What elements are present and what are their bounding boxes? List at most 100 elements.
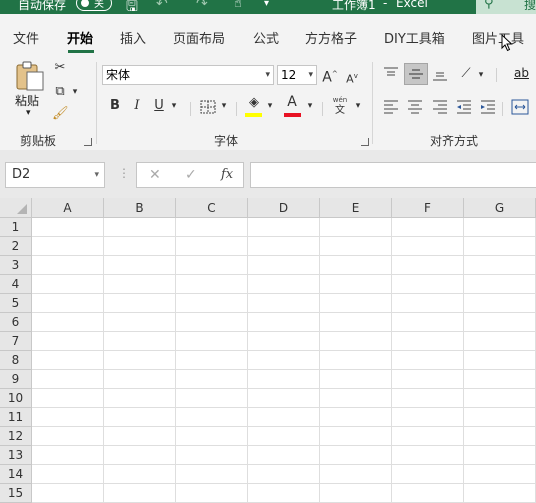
cell[interactable] <box>248 427 320 446</box>
cell[interactable] <box>320 408 392 427</box>
cell[interactable] <box>392 275 464 294</box>
copy-icon[interactable]: ⧉ <box>52 84 68 100</box>
cell[interactable] <box>248 313 320 332</box>
tab-fangfang-gezi[interactable]: 方方格子 <box>305 28 357 47</box>
align-middle-button[interactable] <box>404 63 428 85</box>
cell[interactable] <box>32 446 104 465</box>
cell[interactable] <box>104 484 176 503</box>
cell[interactable] <box>104 256 176 275</box>
align-center-icon[interactable] <box>407 100 423 114</box>
column-header[interactable]: C <box>176 198 248 218</box>
row-header[interactable]: 1 <box>0 218 32 237</box>
search-box[interactable]: ⚲ 搜 <box>476 0 536 14</box>
column-header[interactable]: E <box>320 198 392 218</box>
cell[interactable] <box>32 465 104 484</box>
column-header[interactable]: A <box>32 198 104 218</box>
cell[interactable] <box>176 237 248 256</box>
orientation-dropdown-icon[interactable]: ▾ <box>476 67 486 83</box>
enter-button[interactable]: ✓ <box>185 167 197 183</box>
cell[interactable] <box>320 370 392 389</box>
cell[interactable] <box>464 465 536 484</box>
cell[interactable] <box>176 465 248 484</box>
column-header[interactable]: B <box>104 198 176 218</box>
cell[interactable] <box>392 446 464 465</box>
cell[interactable] <box>104 294 176 313</box>
row-header[interactable]: 4 <box>0 275 32 294</box>
cell[interactable] <box>248 408 320 427</box>
cell[interactable] <box>104 465 176 484</box>
cell[interactable] <box>176 275 248 294</box>
cell[interactable] <box>248 256 320 275</box>
column-header[interactable]: G <box>464 198 536 218</box>
orientation-icon[interactable]: ⟋ <box>458 66 474 82</box>
cell[interactable] <box>32 427 104 446</box>
wrap-text-label[interactable]: ab <box>514 66 529 80</box>
cell[interactable] <box>248 218 320 237</box>
cell[interactable] <box>464 332 536 351</box>
row-header[interactable]: 6 <box>0 313 32 332</box>
redo-icon[interactable]: ↷ <box>196 0 208 12</box>
cell[interactable] <box>320 237 392 256</box>
bold-button[interactable]: B <box>108 98 122 114</box>
underline-button[interactable]: U <box>152 98 166 114</box>
cell[interactable] <box>464 446 536 465</box>
cell[interactable] <box>320 332 392 351</box>
cell[interactable] <box>176 313 248 332</box>
increase-indent-icon[interactable] <box>480 100 496 114</box>
decrease-indent-icon[interactable] <box>456 100 472 114</box>
undo-icon[interactable]: ↶ <box>156 0 168 12</box>
cell[interactable] <box>104 389 176 408</box>
row-header[interactable]: 11 <box>0 408 32 427</box>
cell[interactable] <box>392 427 464 446</box>
insert-function-button[interactable]: fx <box>221 167 233 182</box>
merge-center-icon[interactable] <box>511 99 529 115</box>
cut-icon[interactable]: ✂ <box>52 60 68 76</box>
paste-dropdown-icon[interactable]: ▾ <box>26 108 31 118</box>
autosave-toggle[interactable]: 关 <box>76 0 112 11</box>
tab-insert[interactable]: 插入 <box>120 28 146 47</box>
align-right-icon[interactable] <box>432 100 448 114</box>
column-header[interactable]: D <box>248 198 320 218</box>
cell[interactable] <box>32 218 104 237</box>
cell[interactable] <box>464 294 536 313</box>
cell[interactable] <box>104 370 176 389</box>
tab-file[interactable]: 文件 <box>13 28 39 47</box>
font-color-button[interactable]: A <box>284 94 300 110</box>
save-icon[interactable]: 🖫 <box>126 0 138 14</box>
cell[interactable] <box>464 427 536 446</box>
row-header[interactable]: 9 <box>0 370 32 389</box>
format-painter-icon[interactable]: 🖌 <box>52 106 69 122</box>
cell[interactable] <box>320 275 392 294</box>
row-header[interactable]: 2 <box>0 237 32 256</box>
copy-dropdown-icon[interactable]: ▾ <box>70 84 80 100</box>
cell[interactable] <box>104 218 176 237</box>
tab-home[interactable]: 开始 <box>67 28 93 47</box>
cell[interactable] <box>176 256 248 275</box>
row-header[interactable]: 15 <box>0 484 32 503</box>
cell[interactable] <box>464 275 536 294</box>
cell[interactable] <box>464 351 536 370</box>
cell[interactable] <box>176 218 248 237</box>
cell[interactable] <box>248 484 320 503</box>
cell[interactable] <box>248 351 320 370</box>
cell[interactable] <box>392 313 464 332</box>
italic-button[interactable]: I <box>130 98 144 114</box>
cell[interactable] <box>32 294 104 313</box>
cell[interactable] <box>32 332 104 351</box>
cell[interactable] <box>320 465 392 484</box>
phonetic-guide-button[interactable]: wén 文 <box>330 96 350 118</box>
tab-diy-toolbox[interactable]: DIY工具箱 <box>384 28 445 47</box>
cell[interactable] <box>320 313 392 332</box>
cell[interactable] <box>320 294 392 313</box>
align-left-icon[interactable] <box>383 100 399 114</box>
cell[interactable] <box>392 218 464 237</box>
fill-color-dropdown-icon[interactable]: ▾ <box>264 98 276 114</box>
cell[interactable] <box>176 446 248 465</box>
cell[interactable] <box>320 218 392 237</box>
cell[interactable] <box>320 427 392 446</box>
cell[interactable] <box>392 294 464 313</box>
cell[interactable] <box>464 218 536 237</box>
cell[interactable] <box>464 484 536 503</box>
cancel-button[interactable]: ✕ <box>149 167 161 183</box>
font-launcher-icon[interactable] <box>361 138 369 146</box>
